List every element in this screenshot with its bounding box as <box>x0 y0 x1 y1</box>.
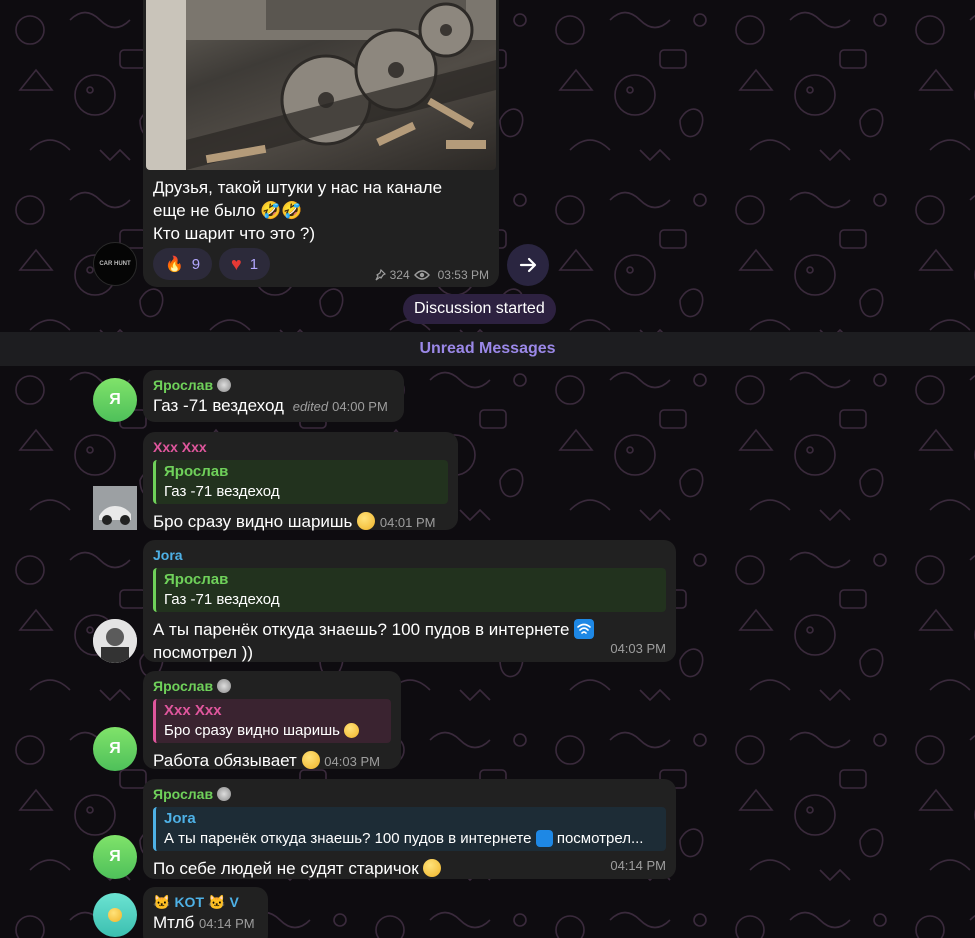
badge-icon <box>217 679 232 693</box>
reply-text-tail: посмотрел... <box>556 830 644 847</box>
sender-name-text: Ярослав <box>153 786 214 802</box>
sender-name[interactable]: Ярослав <box>153 785 666 803</box>
wifi-emoji-icon <box>574 619 595 639</box>
sender-name-text: KOT <box>174 894 204 910</box>
message-time: 04:00 PM <box>332 399 388 414</box>
reaction-count: 9 <box>191 255 201 273</box>
unread-messages-divider: Unread Messages <box>0 332 975 366</box>
message-text: Бро сразу видно шаришь 04:01 PM <box>153 510 448 534</box>
laughing-emoji-icon <box>357 512 376 530</box>
reply-sender: Ярослав <box>164 463 229 480</box>
heart-icon: ♥ <box>231 253 242 274</box>
edited-label: edited <box>292 399 329 414</box>
avatar[interactable]: Я <box>93 835 137 879</box>
reply-text: Газ -71 вездеход <box>164 483 280 500</box>
forward-button[interactable] <box>507 244 549 286</box>
avatar-initial: Я <box>109 848 121 865</box>
reply-quote[interactable]: Xxx Xxx Бро сразу видно шаришь <box>153 699 391 743</box>
reaction-heart[interactable]: ♥ 1 <box>219 248 271 280</box>
message-text-content: Бро сразу видно шаришь <box>153 512 353 531</box>
reaction-count: 1 <box>249 255 259 273</box>
message-time: 04:03 PM <box>610 641 666 656</box>
sender-name-text: Ярослав <box>153 377 214 393</box>
laughing-emoji-icon <box>344 723 360 738</box>
sender-name[interactable]: Xxx Xxx <box>153 438 448 456</box>
badge-icon <box>217 378 232 392</box>
message-bubble[interactable]: Ярослав Jora А ты паренёк откуда знаешь?… <box>143 779 676 879</box>
reply-text: Бро сразу видно шаришь <box>164 721 383 741</box>
post-time: 03:53 PM <box>437 268 489 282</box>
winking-emoji-icon <box>423 859 442 877</box>
message-text-line1: А ты паренёк откуда знаешь? 100 пудов в … <box>153 620 570 639</box>
message-text-content: Газ -71 вездеход <box>153 396 284 415</box>
wifi-emoji-icon <box>535 830 553 847</box>
sender-name[interactable]: 🐱 KOT 🐱 V <box>153 893 258 911</box>
grinning-emoji-icon <box>301 751 320 769</box>
avatar[interactable]: Я <box>93 727 137 771</box>
message-text-line2: посмотрел )) <box>153 643 254 662</box>
views-count: 324 <box>389 268 410 282</box>
message-text: Газ -71 вездеход edited 04:00 PM <box>153 394 394 418</box>
sender-name-text: Ярослав <box>153 678 214 694</box>
message-text-content: Мтлб <box>153 913 195 932</box>
sender-name[interactable]: Ярослав <box>153 376 394 394</box>
message-time: 04:14 PM <box>198 916 255 931</box>
message-text: Мтлб 04:14 PM <box>153 911 258 935</box>
reply-quote[interactable]: Jora А ты паренёк откуда знаешь? 100 пуд… <box>153 807 666 851</box>
fire-icon: 🔥 <box>165 256 184 273</box>
sender-name[interactable]: Jora <box>153 546 666 564</box>
eye-icon <box>413 270 430 280</box>
message-bubble[interactable]: Ярослав Xxx Xxx Бро сразу видно шаришь Р… <box>143 671 401 770</box>
reply-text-content: Бро сразу видно шаришь <box>164 722 340 739</box>
message-bubble[interactable]: Jora Ярослав Газ -71 вездеход А ты парен… <box>143 540 676 662</box>
message-text-content: Работа обязывает <box>153 751 297 770</box>
message-time: 04:01 PM <box>379 515 436 530</box>
reply-text-content: А ты паренёк откуда знаешь? 100 пудов в … <box>164 830 532 847</box>
message-text: По себе людей не судят старичок <box>153 857 666 880</box>
post-text: Друзья, такой штуки у нас на канале еще … <box>153 178 443 243</box>
message-bubble[interactable]: Xxx Xxx Ярослав Газ -71 вездеход Бро сра… <box>143 432 458 531</box>
sender-name[interactable]: Ярослав <box>153 677 391 695</box>
message-text: А ты паренёк откуда знаешь? 100 пудов в … <box>153 618 666 664</box>
message-bubble[interactable]: 🐱 KOT 🐱 V Мтлб 04:14 PM <box>143 887 268 938</box>
reply-sender: Xxx Xxx <box>164 702 222 719</box>
channel-avatar-text: CAR HUNT <box>99 260 131 267</box>
message-bubble[interactable]: Ярослав Газ -71 вездеход edited 04:00 PM <box>143 370 404 422</box>
avatar[interactable] <box>93 893 137 937</box>
reply-sender: Jora <box>164 810 196 827</box>
reply-quote[interactable]: Ярослав Газ -71 вездеход <box>153 460 448 504</box>
reaction-fire[interactable]: 🔥 9 <box>153 248 213 280</box>
avatar-initial: Я <box>109 740 121 757</box>
person-photo-icon <box>93 619 137 663</box>
reply-quote[interactable]: Ярослав Газ -71 вездеход <box>153 568 666 612</box>
sender-suffix: V <box>229 894 239 910</box>
avatar[interactable] <box>93 486 137 530</box>
car-photo-icon <box>93 486 137 530</box>
reply-sender: Ярослав <box>164 571 229 588</box>
avatar[interactable]: Я <box>93 378 137 422</box>
reply-text: Газ -71 вездеход <box>164 591 280 608</box>
message-text-content: По себе людей не судят старичок <box>153 859 419 878</box>
discussion-started-label: Discussion started <box>403 294 556 324</box>
pin-icon <box>375 269 386 281</box>
message-text: Работа обязывает 04:03 PM <box>153 749 391 773</box>
cat-emoji-icon: 🐱 <box>153 894 171 910</box>
badge-icon <box>217 787 232 801</box>
channel-avatar[interactable]: CAR HUNT <box>93 242 137 286</box>
arrow-right-icon <box>519 257 537 273</box>
reply-text: А ты паренёк откуда знаешь? 100 пудов в … <box>164 829 658 849</box>
post-meta: 324 03:53 PM <box>374 268 489 282</box>
avatar[interactable] <box>93 619 137 663</box>
avatar-emoji-icon <box>108 908 122 922</box>
avatar-initial: Я <box>109 391 121 408</box>
cat-emoji-icon: 🐱 <box>208 894 226 910</box>
message-time: 04:03 PM <box>324 754 380 769</box>
post-photo[interactable] <box>146 0 496 170</box>
message-time: 04:14 PM <box>610 858 666 873</box>
channel-post[interactable]: Друзья, такой штуки у нас на канале еще … <box>143 0 499 287</box>
